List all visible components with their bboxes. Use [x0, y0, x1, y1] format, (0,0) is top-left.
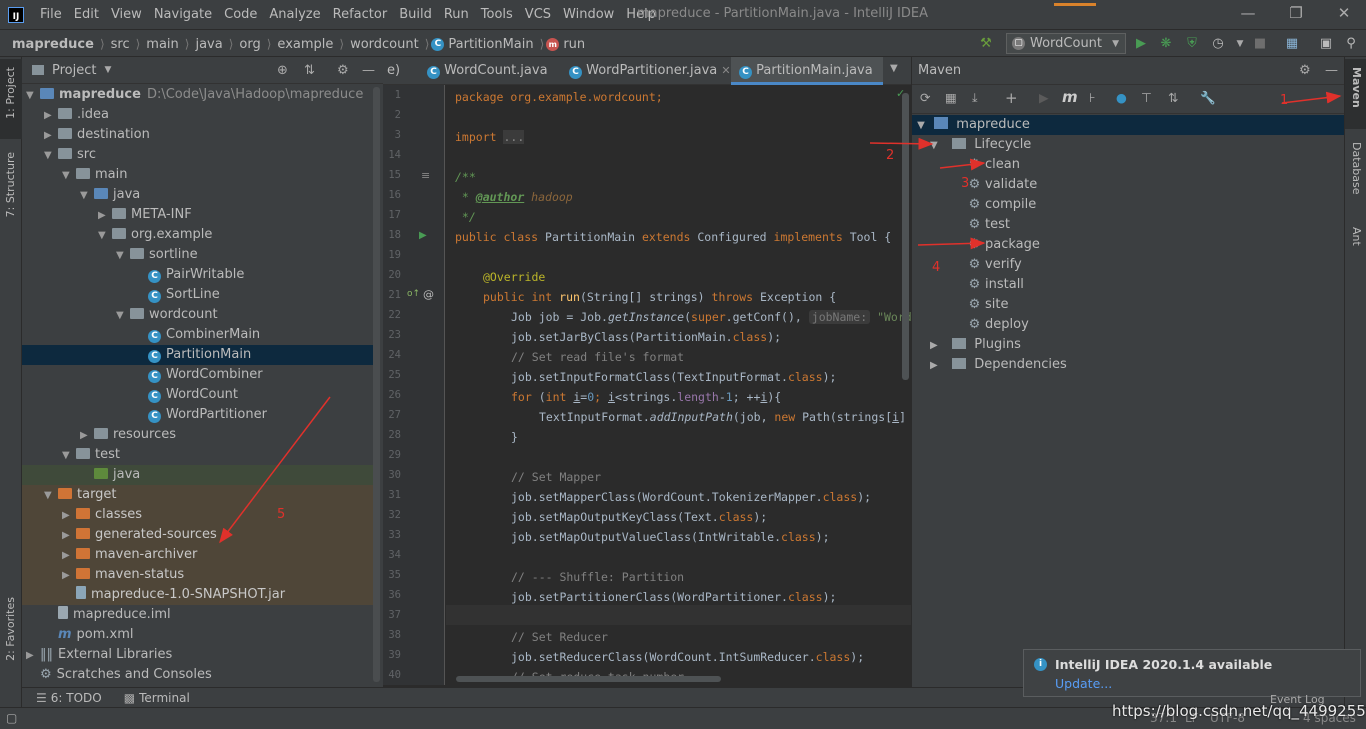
- arrow-3: [939, 158, 986, 171]
- annotation-label-3: 3: [961, 176, 970, 191]
- arrow-1: [1281, 91, 1342, 104]
- annotation-label-1: 1: [1280, 93, 1289, 108]
- annotation-label-4: 4: [932, 260, 941, 275]
- arrow-5: [219, 396, 331, 544]
- annotation-overlay: [219, 91, 1342, 544]
- arrow-4: [917, 237, 986, 250]
- arrow-2: [869, 137, 934, 150]
- annotation-label-2: 2: [886, 148, 895, 163]
- annotation-label-5: 5: [277, 507, 286, 522]
